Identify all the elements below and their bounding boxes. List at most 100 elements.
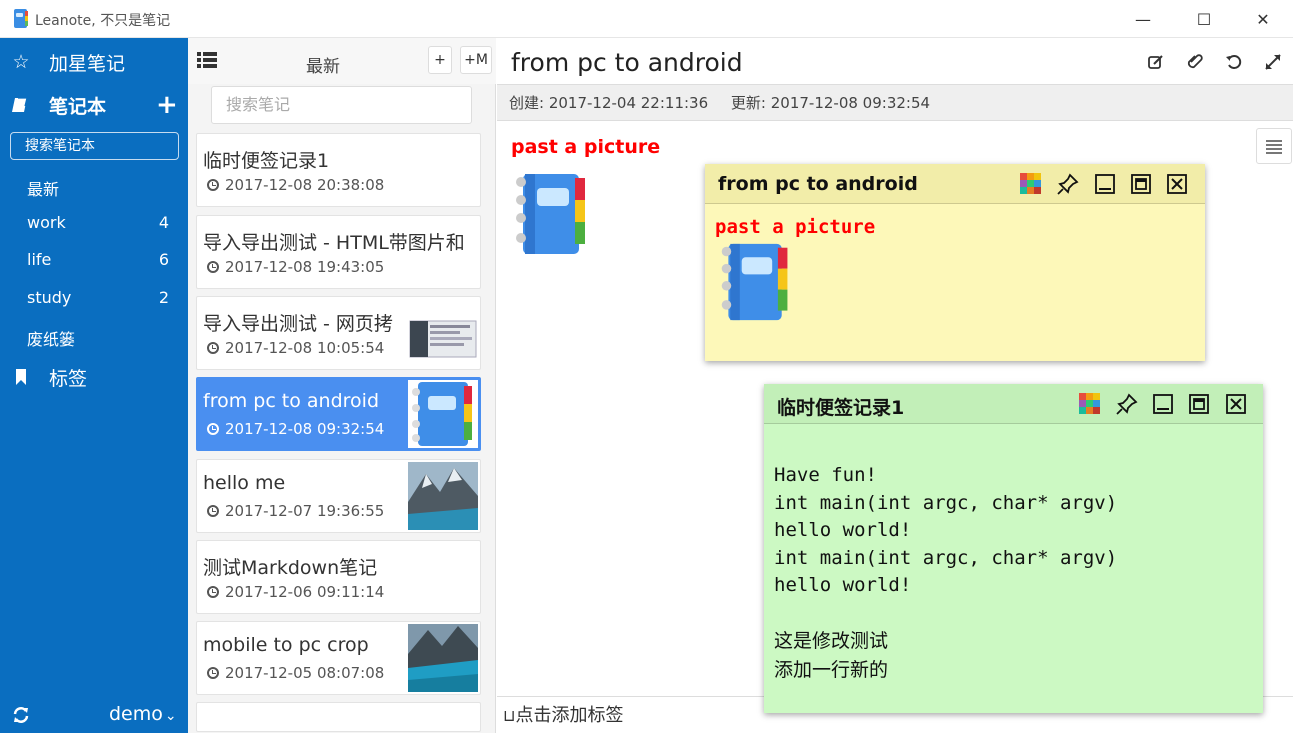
user-menu[interactable]: demo ⌄	[109, 703, 177, 725]
clock-icon	[207, 261, 219, 273]
minimize-icon[interactable]	[1151, 392, 1175, 416]
note-title: from pc to android	[203, 390, 380, 412]
sticky-note-header[interactable]: 临时便签记录1	[764, 384, 1263, 424]
note-date: 2017-12-08 10:05:54	[207, 339, 384, 357]
maximize-button[interactable]: ☐	[1181, 0, 1227, 38]
note-item[interactable]: 导入导出测试 - 网页拷 2017-12-08 10:05:54	[196, 296, 481, 370]
note-item[interactable]: 临时便签记录1 2017-12-08 20:38:08	[196, 133, 481, 207]
clock-icon	[207, 667, 219, 679]
attachment-icon[interactable]	[1185, 52, 1205, 72]
sidebar-footer: demo ⌄	[0, 696, 188, 733]
notebook-item-latest[interactable]: 最新	[27, 176, 177, 200]
note-thumbnail-lake	[408, 624, 478, 692]
tags-label: 标签	[49, 367, 88, 390]
search-notebook-input[interactable]: 搜索笔记本	[10, 132, 179, 160]
search-notes-input[interactable]: 搜索笔记	[211, 86, 472, 124]
notebook-icon	[12, 97, 28, 112]
sync-icon[interactable]	[12, 706, 30, 724]
note-date: 2017-12-08 20:38:08	[207, 176, 384, 194]
sticky-note-window[interactable]: from pc to android past a picture	[705, 164, 1205, 361]
clock-icon	[207, 179, 219, 191]
sticky-note-title: 临时便签记录1	[777, 397, 905, 419]
bookmark-icon	[16, 369, 26, 385]
window-title: Leanote, 不只是笔记	[35, 13, 171, 29]
updated-date: 更新: 2017-12-08 09:32:54	[730, 94, 931, 112]
minimize-icon[interactable]	[1093, 172, 1117, 196]
close-icon[interactable]	[1224, 392, 1248, 416]
sticky-note-title: from pc to android	[718, 173, 918, 195]
sticky-note-header[interactable]: from pc to android	[705, 164, 1205, 204]
sidebar: ☆ 加星笔记 笔记本 + 搜索笔记本 最新 work 4 life 6 study 2…	[0, 38, 188, 733]
notebook-item-work[interactable]: work 4	[27, 213, 177, 237]
note-item[interactable]	[196, 702, 481, 732]
clock-icon	[207, 586, 219, 598]
close-button[interactable]: ✕	[1240, 0, 1286, 38]
sticky-note-text: 这是修改测试 添加一行新的	[774, 630, 889, 681]
starred-notes-item[interactable]: ☆ 加星笔记	[0, 44, 188, 80]
color-picker-icon[interactable]	[1078, 392, 1102, 416]
note-item[interactable]: 测试Markdown笔记 2017-12-06 09:11:14	[196, 540, 481, 614]
sticky-note-code: Have fun! int main(int argc, char* argv)…	[774, 464, 1118, 596]
note-date: 2017-12-08 19:43:05	[207, 258, 384, 276]
note-list: 最新 + +M 搜索笔记 临时便签记录1 2017-12-08 20:38:08…	[188, 38, 496, 733]
clock-icon	[207, 423, 219, 435]
list-view-icon[interactable]	[197, 52, 217, 68]
notebook-item-trash[interactable]: 废纸篓	[27, 326, 177, 350]
add-tag-label[interactable]: 点击添加标签	[515, 705, 623, 726]
note-title: 临时便签记录1	[203, 150, 330, 172]
note-date: 2017-12-05 08:07:08	[207, 664, 384, 682]
note-date: 2017-12-06 09:11:14	[207, 583, 384, 601]
note-title: 导入导出测试 - 网页拷	[203, 313, 393, 335]
tag-icon: ⊔	[503, 706, 516, 725]
note-item[interactable]: hello me 2017-12-07 19:36:55	[196, 459, 481, 533]
pin-icon[interactable]	[1115, 392, 1139, 416]
starred-label: 加星笔记	[49, 52, 126, 75]
note-heading: past a picture	[511, 136, 661, 158]
notebook-image	[721, 243, 788, 321]
menu-lines-icon	[1266, 140, 1282, 154]
note-date: 2017-12-08 09:32:54	[207, 420, 384, 438]
note-title: 导入导出测试 - HTML带图片和	[203, 232, 465, 254]
clock-icon	[207, 505, 219, 517]
created-date: 创建: 2017-12-04 22:11:36	[509, 94, 709, 112]
notebooks-header[interactable]: 笔记本 +	[0, 87, 188, 123]
note-title: 测试Markdown笔记	[203, 557, 378, 579]
note-item-selected[interactable]: from pc to android 2017-12-08 09:32:54	[196, 377, 481, 451]
note-item[interactable]: mobile to pc crop 2017-12-05 08:07:08	[196, 621, 481, 695]
note-item[interactable]: 导入导出测试 - HTML带图片和 2017-12-08 19:43:05	[196, 215, 481, 289]
add-note-button[interactable]: +	[428, 46, 452, 74]
note-title: hello me	[203, 472, 286, 494]
note-title: mobile to pc crop	[203, 634, 369, 656]
clock-icon	[207, 342, 219, 354]
chevron-down-icon: ⌄	[164, 708, 177, 724]
notebook-item-life[interactable]: life 6	[27, 250, 177, 274]
add-notebook-button[interactable]: +	[156, 92, 178, 118]
minimize-button[interactable]: —	[1120, 0, 1166, 38]
leanote-app-icon	[14, 9, 28, 28]
note-thumbnail-landscape	[408, 462, 478, 530]
note-thumbnail-notebook	[408, 380, 478, 448]
notebook-image	[516, 174, 585, 254]
expand-icon[interactable]	[1187, 392, 1211, 416]
tags-item[interactable]: 标签	[0, 359, 188, 395]
expand-icon[interactable]	[1129, 172, 1153, 196]
notebooks-label: 笔记本	[49, 95, 107, 118]
color-picker-icon[interactable]	[1019, 172, 1043, 196]
history-icon[interactable]	[1224, 52, 1244, 72]
title-bar: Leanote, 不只是笔记 — ☐ ✕	[0, 0, 1293, 38]
note-meta-bar: 创建: 2017-12-04 22:11:36 更新: 2017-12-08 0…	[497, 84, 1293, 121]
add-markdown-note-button[interactable]: +M	[460, 46, 492, 74]
edit-icon[interactable]	[1146, 52, 1166, 72]
fullscreen-icon[interactable]	[1263, 52, 1283, 72]
note-list-header: 最新 + +M	[188, 38, 496, 84]
sticky-note-heading: past a picture	[715, 216, 876, 238]
toc-button[interactable]	[1256, 128, 1292, 164]
pin-icon[interactable]	[1056, 172, 1080, 196]
note-list-title: 最新	[306, 57, 340, 77]
note-date: 2017-12-07 19:36:55	[207, 502, 384, 520]
sticky-note-window[interactable]: 临时便签记录1 Have fun! int main(int argc, cha…	[764, 384, 1263, 713]
note-thumbnail-screenshot	[408, 299, 478, 367]
close-icon[interactable]	[1165, 172, 1189, 196]
notebook-item-study[interactable]: study 2	[27, 288, 177, 312]
note-title-input[interactable]: from pc to android	[511, 48, 743, 77]
